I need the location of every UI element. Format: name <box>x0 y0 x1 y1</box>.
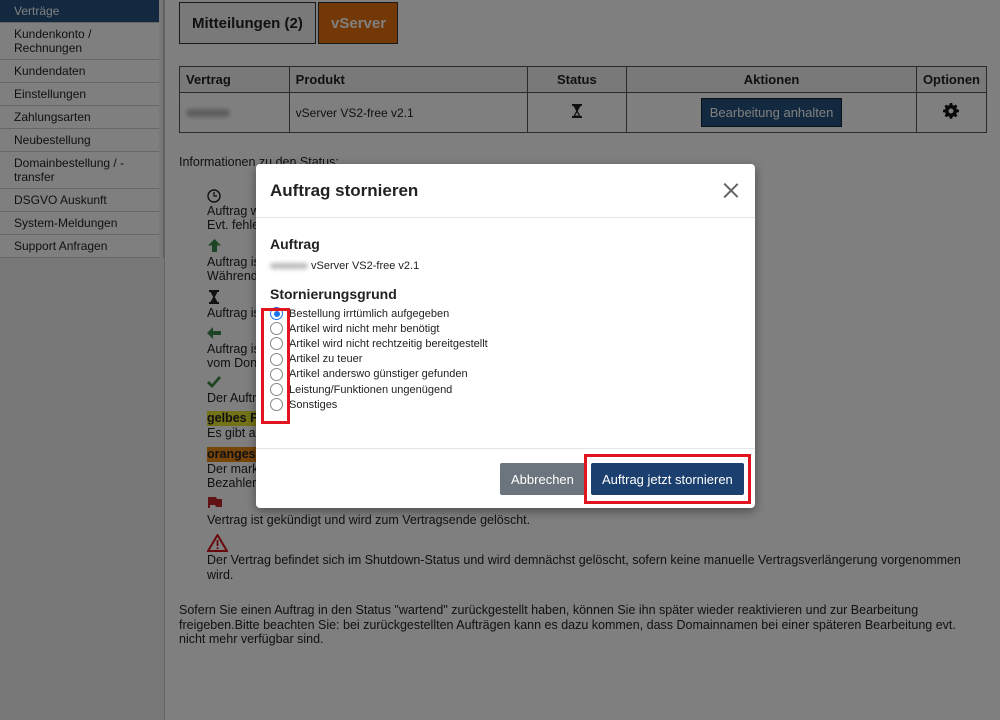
modal-body: Auftrag vServer VS2-free v2.1 Stornierun… <box>256 218 755 412</box>
reason-heading: Stornierungsgrund <box>270 286 397 302</box>
cancel-order-modal: Auftrag stornieren Auftrag vServer VS2-f… <box>256 164 755 508</box>
order-summary: vServer VS2-free v2.1 <box>270 260 741 272</box>
reason-label: Artikel wird nicht rechtzeitig bereitges… <box>289 337 488 350</box>
reason-option[interactable]: Artikel anderswo günstiger gefunden <box>270 367 741 382</box>
reason-option[interactable]: Bestellung irrtümlich aufgegeben <box>270 306 741 321</box>
submit-button-highlight <box>584 454 751 504</box>
reason-label: Artikel anderswo günstiger gefunden <box>289 368 468 381</box>
modal-title: Auftrag stornieren <box>270 180 419 200</box>
reason-option[interactable]: Artikel zu teuer <box>270 352 741 367</box>
reason-option[interactable]: Artikel wird nicht rechtzeitig bereitges… <box>270 336 741 351</box>
reason-option[interactable]: Artikel wird nicht mehr benötigt <box>270 321 741 336</box>
order-product: vServer VS2-free v2.1 <box>311 260 420 272</box>
reason-radio-group: Bestellung irrtümlich aufgegeben Artikel… <box>270 306 741 412</box>
radio-group-highlight <box>261 308 290 424</box>
reason-option[interactable]: Leistung/Funktionen ungenügend <box>270 382 741 397</box>
modal-header: Auftrag stornieren <box>256 164 755 218</box>
close-icon[interactable] <box>721 181 741 201</box>
cancel-button[interactable]: Abbrechen <box>500 463 585 495</box>
reason-label: Artikel wird nicht mehr benötigt <box>289 322 440 335</box>
reason-option[interactable]: Sonstiges <box>270 397 741 412</box>
order-heading: Auftrag <box>270 236 320 252</box>
reason-label: Bestellung irrtümlich aufgegeben <box>289 307 450 320</box>
reason-label: Leistung/Funktionen ungenügend <box>289 383 453 396</box>
redacted-contract-id <box>270 263 308 269</box>
reason-label: Sonstiges <box>289 398 338 411</box>
reason-label: Artikel zu teuer <box>289 353 363 366</box>
